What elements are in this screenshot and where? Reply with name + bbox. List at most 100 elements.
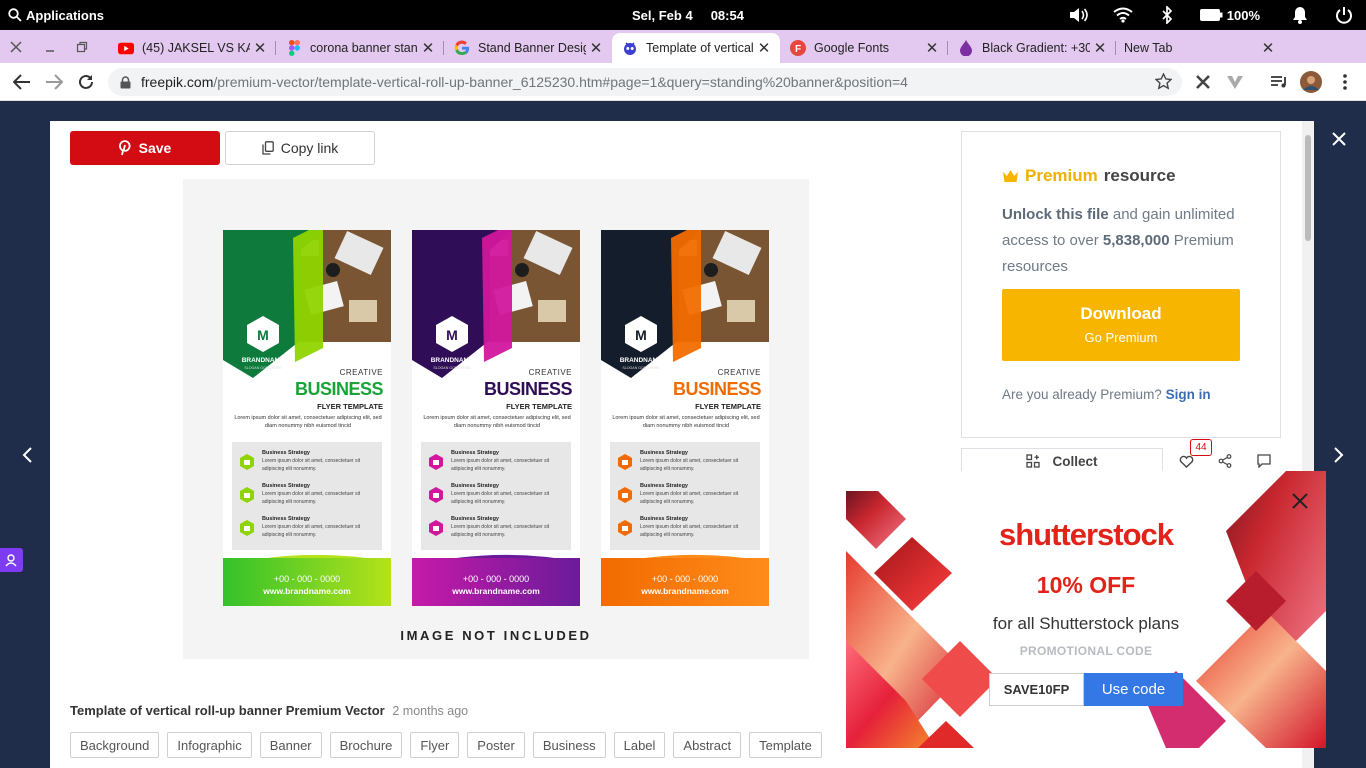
reload-icon[interactable]: [71, 67, 101, 97]
tag[interactable]: Template: [749, 732, 822, 758]
tab-close-icon[interactable]: ✕: [754, 38, 774, 58]
date-text: Sel, Feb 4: [632, 7, 693, 23]
copy-link-button[interactable]: Copy link: [225, 131, 375, 165]
promo-close-icon[interactable]: [1286, 487, 1314, 515]
promo-code-value[interactable]: SAVE10FP: [989, 673, 1084, 706]
creative-text: CREATIVE: [717, 368, 761, 377]
pinterest-icon: [118, 140, 131, 156]
tab-close-icon[interactable]: ✕: [586, 38, 606, 58]
power-icon[interactable]: [1322, 0, 1366, 30]
svg-text:F: F: [795, 44, 801, 55]
hexagon-icon: [618, 454, 632, 470]
bluetooth-icon[interactable]: [1145, 0, 1189, 30]
strategy-title: Business Strategy: [640, 516, 688, 522]
window-minimize-icon[interactable]: [34, 30, 66, 63]
business-text: BUSINESS: [672, 379, 762, 399]
hexagon-icon: [618, 520, 632, 536]
use-code-button[interactable]: Use code: [1084, 673, 1183, 706]
back-arrow-icon[interactable]: [7, 67, 37, 97]
creative-text: CREATIVE: [339, 368, 383, 377]
resource-count: 5,838,000: [1102, 232, 1170, 249]
download-button[interactable]: Download Go Premium: [1002, 289, 1240, 361]
tab-close-icon[interactable]: ✕: [418, 38, 438, 58]
banner-footer: +00 - 000 - 0000 www.brandname.com: [601, 558, 769, 606]
battery-percent: 100%: [1226, 7, 1260, 23]
applications-menu[interactable]: Applications: [8, 0, 104, 30]
clock[interactable]: Sel, Feb 4 08:54: [632, 0, 744, 30]
website-text: www.brandname.com: [263, 586, 351, 596]
tag[interactable]: Background: [70, 732, 160, 758]
tab-black-gradient[interactable]: Black Gradient: +30 ✕: [948, 33, 1116, 63]
tag[interactable]: Infographic: [167, 732, 252, 758]
svg-text:M: M: [257, 327, 269, 343]
tag[interactable]: Banner: [259, 732, 322, 758]
promo-code-label: PROMOTIONAL CODE: [1019, 644, 1153, 658]
close-modal-icon[interactable]: [1326, 126, 1352, 152]
profile-avatar[interactable]: [1296, 67, 1326, 97]
tag[interactable]: Abstract: [673, 732, 742, 758]
tab-close-icon[interactable]: ✕: [1090, 38, 1110, 58]
volume-icon[interactable]: [1057, 0, 1101, 30]
premium-description: Unlock this file and gain unlimited acce…: [1002, 202, 1247, 280]
user-support-icon[interactable]: [0, 548, 23, 572]
tab-close-icon[interactable]: ✕: [250, 38, 270, 58]
system-bar: Applications Sel, Feb 4 08:54 100%: [0, 0, 1366, 30]
sign-in-link[interactable]: Sign in: [1166, 387, 1211, 402]
tab-freepik-active[interactable]: Template of vertical ✕: [612, 33, 780, 63]
strategy-item: Business Strategy Lorem ipsum dolor sit …: [616, 450, 756, 478]
browser-menu-icon[interactable]: [1330, 67, 1360, 97]
google-fonts-icon: F: [790, 40, 806, 56]
lorem-text: Lorem ipsum dolor sit amet, consectetuer…: [612, 415, 760, 429]
lorem-text: Lorem ipsum dolor sit amet, consectetuer…: [423, 415, 571, 429]
strategy-text: Lorem ipsum dolor sit amet, consectetuer…: [640, 524, 739, 538]
strategy-item: Business Strategy Lorem ipsum dolor sit …: [616, 516, 756, 544]
phone-text: +00 - 000 - 0000: [462, 574, 530, 584]
website-text: www.brandname.com: [452, 586, 540, 596]
hexagon-icon: [240, 520, 254, 536]
pinterest-save-button[interactable]: Save: [70, 131, 220, 165]
tab-close-icon[interactable]: ✕: [922, 38, 942, 58]
preview-image[interactable]: M BRANDNAME SLOGAN GOES HERE CREATIVE BU…: [183, 179, 809, 659]
tag[interactable]: Label: [613, 732, 666, 758]
tag[interactable]: Business: [532, 732, 606, 758]
tag[interactable]: Flyer: [410, 732, 460, 758]
tab-google-fonts[interactable]: F Google Fonts ✕: [780, 33, 948, 63]
strategy-box: Business Strategy Lorem ipsum dolor sit …: [421, 442, 571, 550]
notification-bell-icon[interactable]: [1278, 0, 1322, 30]
tag[interactable]: Poster: [467, 732, 525, 758]
scrollbar-thumb[interactable]: [1305, 135, 1311, 241]
banner-footer: +00 - 000 - 0000 www.brandname.com: [412, 558, 580, 606]
strategy-title: Business Strategy: [262, 483, 310, 489]
bookmark-star-icon[interactable]: [1155, 73, 1172, 90]
already-premium-row: Are you already Premium? Sign in: [1002, 387, 1211, 402]
next-chevron-icon[interactable]: [1326, 440, 1352, 470]
address-bar[interactable]: freepik.com /premium-vector/template-ver…: [108, 68, 1182, 96]
lock-icon[interactable]: [120, 75, 131, 89]
resource-title: Template of vertical roll-up banner Prem…: [70, 703, 385, 718]
unlock-text: Unlock this file: [1002, 206, 1109, 223]
promo-plans-text: for all Shutterstock plans: [992, 614, 1180, 633]
time-text: 08:54: [710, 7, 744, 23]
extension-v-icon[interactable]: [1220, 67, 1250, 97]
wifi-icon[interactable]: [1101, 0, 1145, 30]
strategy-item: Business Strategy Lorem ipsum dolor sit …: [427, 516, 567, 544]
media-queue-icon[interactable]: [1264, 67, 1294, 97]
window-restore-icon[interactable]: [66, 30, 98, 63]
window-close-icon[interactable]: [0, 30, 32, 63]
tab-title: (45) JAKSEL VS KAL: [142, 41, 250, 55]
tag[interactable]: Brochure: [329, 732, 403, 758]
tab-google-search[interactable]: Stand Banner Design ✕: [444, 33, 612, 63]
strategy-item: Business Strategy Lorem ipsum dolor sit …: [238, 483, 378, 511]
gradient-icon: [958, 40, 974, 56]
tab-new-tab[interactable]: New Tab ✕: [1116, 33, 1284, 63]
tab-figma[interactable]: corona banner stand ✕: [276, 33, 444, 63]
svg-text:SLOGAN GOES HERE: SLOGAN GOES HERE: [433, 366, 471, 370]
tab-close-icon[interactable]: ✕: [1258, 38, 1278, 58]
previous-chevron-icon[interactable]: [14, 440, 40, 470]
premium-word: Premium: [1025, 166, 1098, 185]
flyer-template-text: FLYER TEMPLATE: [506, 402, 572, 411]
svg-text:BRANDNAME: BRANDNAME: [242, 357, 285, 364]
extension-x-icon[interactable]: [1188, 67, 1218, 97]
tab-youtube[interactable]: (45) JAKSEL VS KAL ✕: [108, 33, 276, 63]
forward-arrow-icon[interactable]: [39, 67, 69, 97]
